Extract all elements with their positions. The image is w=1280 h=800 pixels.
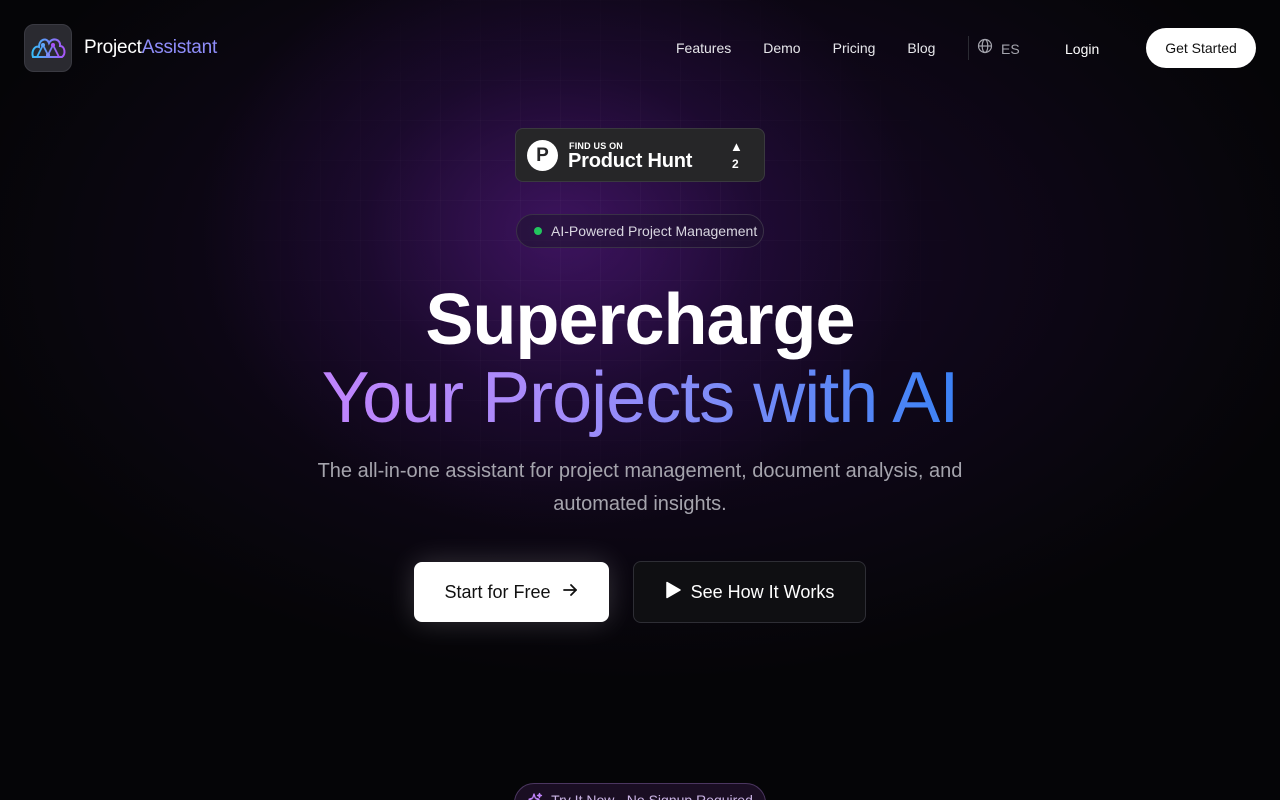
login-link[interactable]: Login [1065, 39, 1099, 59]
top-navigation: ProjectAssistant Features Demo Pricing B… [0, 0, 1280, 96]
nav-link-pricing[interactable]: Pricing [833, 38, 876, 58]
try-it-now-label: Try It Now - No Signup Required [551, 792, 753, 800]
hero-subtitle: The all-in-one assistant for project man… [317, 460, 963, 515]
try-it-now-pill[interactable]: Try It Now - No Signup Required [514, 783, 766, 800]
status-dot [534, 227, 542, 235]
brand-name[interactable]: ProjectAssistant [84, 36, 217, 60]
hero-title-gradient-text: Your Projects with AI [321, 358, 960, 438]
see-how-it-works-button[interactable]: See How It Works [633, 561, 866, 623]
upvote-count: 2 [732, 157, 739, 171]
brain-network-icon[interactable] [24, 24, 72, 72]
hero-title-line2: Your Projects with AI [0, 358, 1280, 438]
upvote-arrow-icon: ▲ [730, 139, 743, 154]
arrow-right-icon [561, 581, 579, 604]
see-how-it-works-label: See How It Works [690, 581, 835, 602]
product-hunt-logo-icon: P [527, 140, 558, 171]
start-for-free-label: Start for Free [444, 581, 551, 602]
hero-title-line1: Supercharge [425, 280, 855, 360]
nav-divider [968, 36, 969, 60]
start-for-free-button[interactable]: Start for Free [414, 562, 609, 622]
brand-name-part2: Assistant [141, 37, 218, 58]
brand-name-part1: Project [84, 37, 142, 58]
get-started-button[interactable]: Get Started [1146, 28, 1256, 68]
nav-links: Features Demo Pricing Blog [676, 38, 935, 58]
hero-tag-label: AI-Powered Project Management [551, 223, 758, 239]
nav-link-features[interactable]: Features [676, 38, 731, 58]
play-icon [665, 581, 681, 604]
globe-icon [977, 38, 993, 59]
product-hunt-name: Product Hunt [568, 150, 693, 172]
nav-link-demo[interactable]: Demo [763, 38, 800, 58]
hero-tag-pill: AI-Powered Project Management [516, 214, 764, 248]
product-hunt-badge[interactable]: P FIND US ON Product Hunt ▲ 2 [515, 128, 765, 182]
language-switcher[interactable]: ES [977, 38, 1020, 59]
nav-link-blog[interactable]: Blog [907, 38, 935, 58]
sparkles-icon [527, 792, 543, 800]
language-label: ES [1001, 40, 1020, 57]
